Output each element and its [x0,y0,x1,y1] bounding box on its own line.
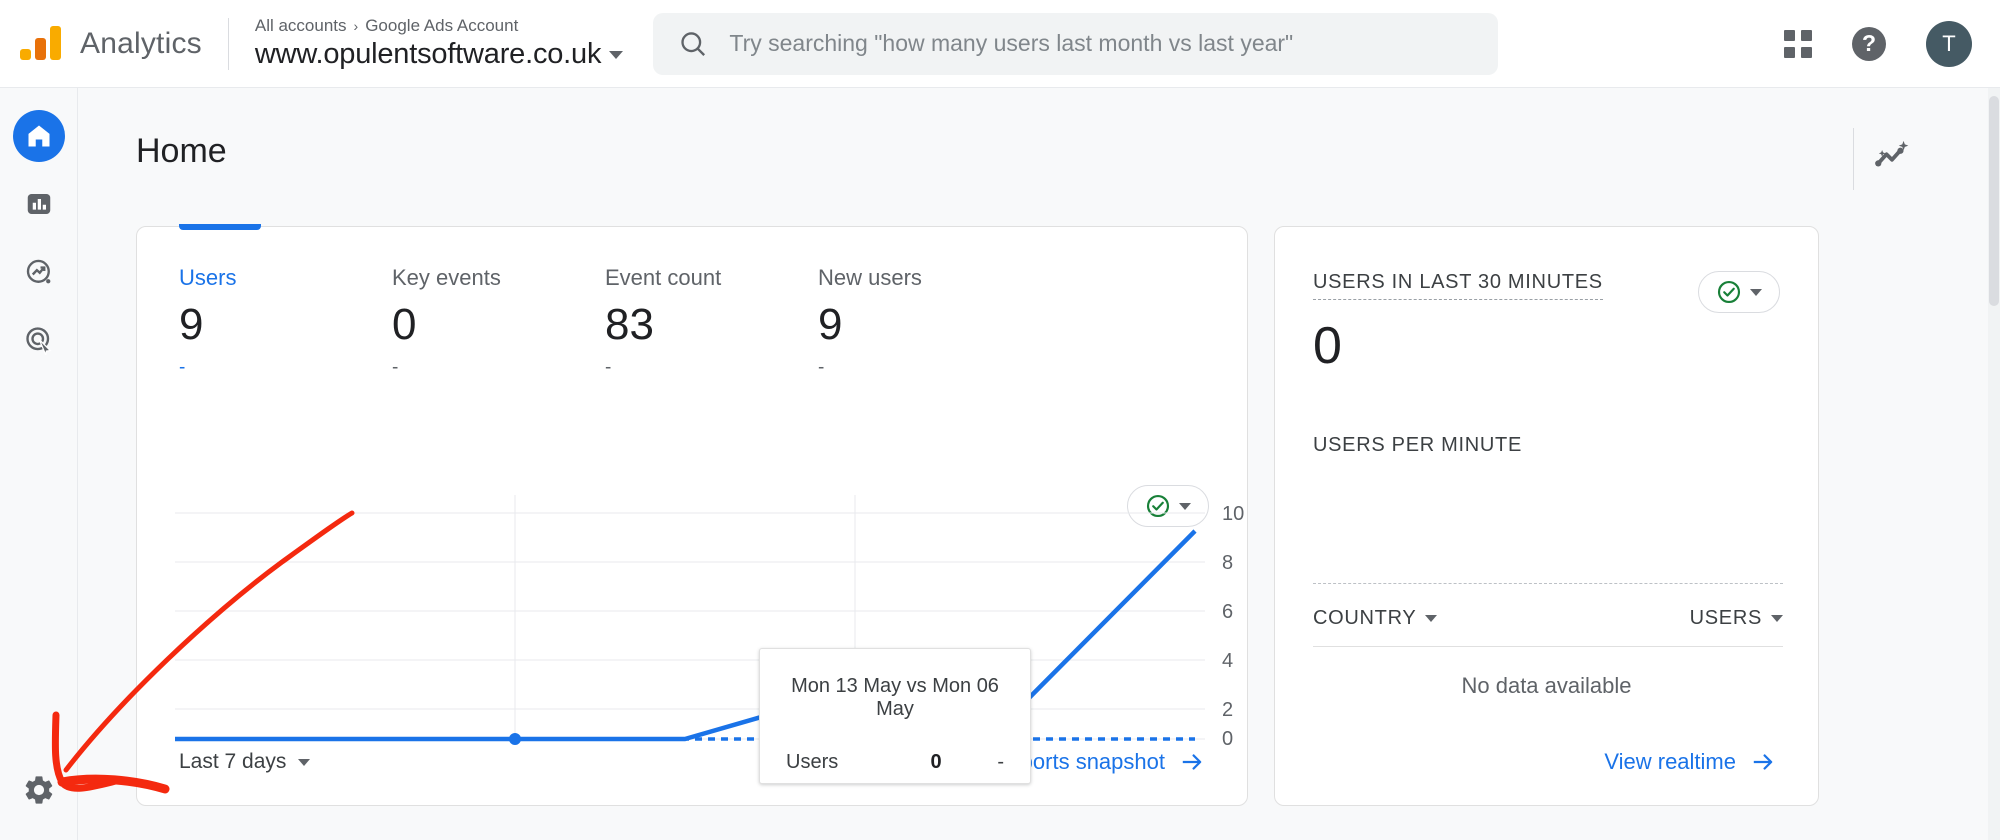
svg-text:2: 2 [1222,699,1233,721]
explore-trend-icon [26,259,50,284]
realtime-users-value: 0 [1313,317,1342,375]
home-icon [28,125,49,147]
left-navigation-rail [0,88,78,840]
vertical-scrollbar-thumb[interactable] [1989,96,1999,306]
chevron-down-icon[interactable] [609,50,624,59]
apps-grid-icon[interactable] [1784,29,1812,58]
chevron-down-icon [298,758,311,766]
metric-tabs: Users 9 - Key events 0 - Event count 83 … [137,227,1247,379]
realtime-divider [1313,583,1783,584]
google-analytics-logo-icon [20,21,66,67]
sidebar-item-admin[interactable] [22,773,56,812]
sidebar-item-home[interactable] [12,110,65,162]
tooltip-metric-value: 0 [930,751,942,773]
realtime-empty-state: No data available [1461,673,1632,698]
svg-text:10: 10 [1222,503,1244,525]
tooltip-title: Mon 13 May vs Mon 06 May [791,675,999,720]
metric-delta: - [392,357,399,378]
tooltip-metric-name: Users [786,751,839,773]
metric-delta: - [179,357,186,378]
breadcrumb-account-name[interactable]: Google Ads Account [365,16,518,36]
arrow-right-icon [1182,754,1202,770]
chevron-down-icon[interactable] [1750,288,1762,296]
realtime-card-footer: View realtime [1275,719,1818,805]
svg-text:4: 4 [1222,650,1233,672]
chart-gridlines [175,512,1205,710]
metric-value: 9 [818,300,843,349]
column-header-country[interactable]: COUNTRY [1313,607,1438,630]
tooltip-comparison-value: - [997,751,1004,773]
active-tab-indicator [179,224,261,230]
chart-tooltip: Mon 13 May vs Mon 06 May Users 0 - [759,648,1031,784]
arrow-right-icon [1753,754,1773,770]
gear-icon [25,776,52,804]
brand-title: Analytics [80,26,202,60]
page-title: Home [136,132,227,170]
breadcrumb-all-accounts[interactable]: All accounts [255,16,347,36]
metric-label: Users [179,265,237,290]
check-circle-icon [1717,280,1741,304]
realtime-data-quality-badge[interactable] [1698,271,1780,313]
main-content: Home Users 9 - Key events 0 - Event coun… [78,88,1978,840]
metric-tab-new-users[interactable]: New users 9 - [818,265,1031,379]
metric-tab-users[interactable]: Users 9 - [179,265,392,379]
users-per-minute-sparkline [1313,527,1783,575]
users-per-minute-label: USERS PER MINUTE [1313,434,1523,456]
metric-value: 0 [392,300,417,349]
insights-sparkle-icon[interactable] [1861,126,1923,188]
metric-value: 9 [179,300,204,349]
chevron-down-icon [1771,615,1783,622]
metric-delta: - [818,357,825,378]
top-bar: Analytics All accounts › Google Ads Acco… [0,0,2000,88]
country-column-label: COUNTRY [1313,607,1417,629]
metric-delta: - [605,357,612,378]
search-box[interactable] [653,12,1499,75]
avatar[interactable]: T [1926,20,1972,67]
sidebar-item-explore[interactable] [13,246,65,298]
search-icon [681,31,706,56]
view-realtime-label: View realtime [1604,749,1736,774]
metric-value: 83 [605,300,654,349]
chart-y-axis-labels: 10 8 6 4 2 0 [1222,503,1244,747]
reports-overview-card: Users 9 - Key events 0 - Event count 83 … [136,224,1249,806]
chevron-down-icon [1425,615,1438,622]
date-range-selector[interactable]: Last 7 days [179,750,311,774]
insights-divider [1853,128,1854,190]
svg-text:8: 8 [1222,552,1233,574]
sidebar-item-reports[interactable] [13,178,65,230]
date-range-label: Last 7 days [179,750,287,773]
metric-tab-event-count[interactable]: Event count 83 - [605,265,818,379]
analytics-home-page: Analytics All accounts › Google Ads Acco… [0,0,2000,840]
advertising-target-icon [25,327,52,355]
header-divider [227,17,229,70]
metric-label: New users [818,265,922,290]
users-column-label: USERS [1689,607,1762,629]
help-question-icon[interactable]: ? [1852,26,1886,61]
property-name[interactable]: www.opulentsoftware.co.uk [255,38,602,71]
metric-label: Key events [392,265,501,290]
breadcrumb[interactable]: All accounts › Google Ads Account [255,16,623,36]
card-row: Users 9 - Key events 0 - Event count 83 … [136,224,1819,806]
sidebar-item-advertising[interactable] [13,314,65,366]
overview-card-footer: Last 7 days View reports snapshot [137,719,1247,805]
users-trend-chart: 10 8 6 4 2 0 11 May 12 13 [137,457,1249,747]
chevron-right-icon: › [353,18,359,34]
realtime-title: USERS IN LAST 30 MINUTES [1313,271,1603,300]
metric-label: Event count [605,265,722,290]
realtime-card: USERS IN LAST 30 MINUTES 0 USERS PER MIN… [1274,226,1819,806]
view-realtime-link[interactable]: View realtime [1604,749,1776,775]
chart-svg: 10 8 6 4 2 0 11 May 12 13 [175,495,1244,747]
svg-text:6: 6 [1222,601,1233,623]
column-header-users[interactable]: USERS [1690,607,1783,630]
top-bar-actions: ? T [1784,20,1972,67]
metric-tab-key-events[interactable]: Key events 0 - [392,265,605,379]
realtime-table-header: COUNTRY USERS [1313,607,1783,647]
search-input[interactable] [729,30,1473,57]
account-selector[interactable]: All accounts › Google Ads Account www.op… [255,16,624,71]
bar-chart-icon [27,194,50,214]
